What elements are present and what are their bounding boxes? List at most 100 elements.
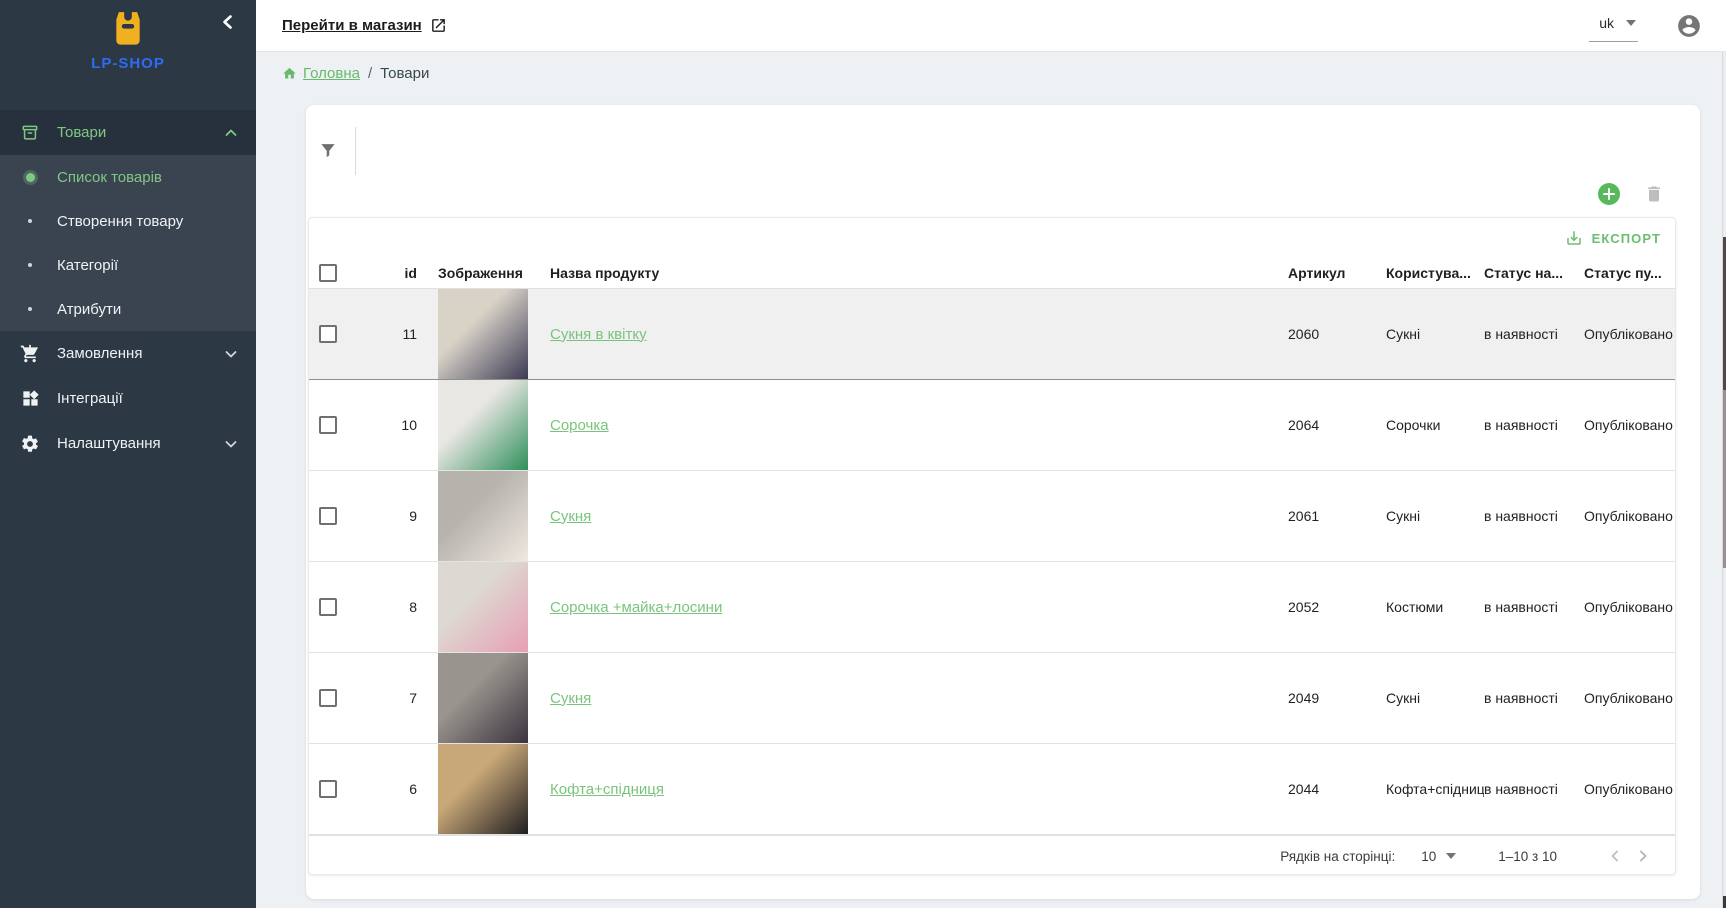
row-publication-status: Опубліковано — [1584, 690, 1675, 706]
breadcrumb-home-link[interactable]: Головна — [282, 65, 360, 82]
column-header-user-category: Користува... — [1386, 265, 1484, 281]
next-page-button[interactable] — [1629, 842, 1657, 870]
product-name-link[interactable]: Сорочка — [550, 417, 609, 434]
row-user-category: Кофта+спідниц — [1386, 781, 1484, 797]
add-product-button[interactable] — [1598, 183, 1620, 205]
chevron-down-icon — [224, 347, 238, 361]
breadcrumb: Головна / Товари — [282, 62, 429, 84]
download-icon — [1565, 229, 1583, 247]
rows-per-page-value: 10 — [1421, 849, 1436, 864]
sidebar-item-orders[interactable]: Замовлення — [0, 331, 256, 376]
product-image[interactable] — [438, 471, 528, 561]
row-sku: 2052 — [1288, 599, 1386, 615]
row-id: 11 — [357, 326, 417, 342]
sidebar-item-integrations[interactable]: Інтеграції — [0, 376, 256, 421]
sidebar-item-product-list[interactable]: Список товарів — [0, 155, 256, 199]
table-row: 6 Кофта+спідниця 2044 Кофта+спідниц в на… — [309, 744, 1675, 835]
chevron-left-icon — [1608, 849, 1622, 863]
row-user-category: Сукні — [1386, 690, 1484, 706]
widgets-icon — [20, 389, 40, 409]
row-checkbox[interactable] — [319, 598, 337, 616]
delete-selected-button[interactable] — [1644, 184, 1664, 204]
export-button[interactable]: ЕКСПОРТ — [1565, 229, 1661, 247]
filter-button[interactable] — [315, 137, 341, 163]
export-label: ЕКСПОРТ — [1592, 231, 1661, 246]
products-box-icon — [20, 123, 40, 143]
row-id: 9 — [357, 508, 417, 524]
go-to-shop-label: Перейти в магазин — [282, 17, 422, 34]
column-header-image: Зображення — [417, 265, 550, 281]
product-name-link[interactable]: Сукня — [550, 690, 591, 707]
row-id: 10 — [357, 417, 417, 433]
product-name-link[interactable]: Сукня — [550, 508, 591, 525]
breadcrumb-current: Товари — [380, 65, 429, 82]
product-image[interactable] — [438, 744, 528, 834]
bullet-icon — [20, 219, 40, 223]
product-name-link[interactable]: Сукня в квітку — [550, 326, 647, 343]
export-bar: ЕКСПОРТ — [309, 218, 1675, 258]
select-all-checkbox[interactable] — [319, 264, 337, 282]
chevron-down-icon — [224, 437, 238, 451]
product-image[interactable] — [438, 653, 528, 743]
admin-screen: LP-SHOP Товари Список товарів Створення … — [0, 0, 1726, 908]
row-user-category: Сукні — [1386, 326, 1484, 342]
account-menu-button[interactable] — [1676, 13, 1702, 39]
chevron-left-icon — [220, 14, 236, 30]
row-checkbox[interactable] — [319, 507, 337, 525]
row-checkbox[interactable] — [319, 416, 337, 434]
rows-per-page-select[interactable]: 10 — [1421, 849, 1456, 864]
table-row: 7 Сукня 2049 Сукні в наявності Опубліков… — [309, 653, 1675, 744]
sidebar-item-create-product[interactable]: Створення товару — [0, 199, 256, 243]
table-row: 8 Сорочка +майка+лосини 2052 Костюми в н… — [309, 562, 1675, 653]
sidebar-item-settings[interactable]: Налаштування — [0, 421, 256, 466]
row-availability-status: в наявності — [1484, 508, 1584, 524]
row-publication-status: Опубліковано — [1584, 417, 1675, 433]
sidebar-collapse-button[interactable] — [214, 8, 242, 36]
sidebar-item-categories[interactable]: Категорії — [0, 243, 256, 287]
sidebar-item-label: Створення товару — [57, 213, 183, 230]
row-checkbox[interactable] — [319, 325, 337, 343]
bullet-icon — [20, 263, 40, 267]
shopping-bag-logo-icon — [108, 8, 148, 48]
language-select[interactable]: uk — [1589, 11, 1638, 42]
row-publication-status: Опубліковано — [1584, 326, 1675, 342]
chevron-right-icon — [1636, 849, 1650, 863]
row-checkbox[interactable] — [319, 689, 337, 707]
row-id: 6 — [357, 781, 417, 797]
sidebar-item-products[interactable]: Товари — [0, 110, 256, 155]
column-header-id: id — [357, 265, 417, 281]
column-header-availability: Статус на... — [1484, 265, 1584, 281]
rows-per-page-label: Рядків на сторінці: — [1280, 849, 1395, 864]
gear-icon — [20, 434, 40, 454]
chevron-up-icon — [224, 126, 238, 140]
product-image[interactable] — [438, 289, 528, 379]
product-name-link[interactable]: Кофта+спідниця — [550, 781, 664, 798]
product-name-link[interactable]: Сорочка +майка+лосини — [550, 599, 722, 616]
active-bullet-icon — [20, 173, 40, 182]
product-image[interactable] — [438, 380, 528, 470]
row-checkbox[interactable] — [319, 780, 337, 798]
go-to-shop-link[interactable]: Перейти в магазин — [282, 17, 447, 34]
cart-plus-icon — [20, 344, 40, 364]
previous-page-button[interactable] — [1601, 842, 1629, 870]
row-user-category: Сорочки — [1386, 417, 1484, 433]
row-user-category: Костюми — [1386, 599, 1484, 615]
product-image[interactable] — [438, 562, 528, 652]
row-sku: 2060 — [1288, 326, 1386, 342]
sidebar-item-label: Замовлення — [57, 345, 224, 362]
table-row: 11 Сукня в квітку 2060 Сукні в наявності… — [309, 289, 1675, 380]
row-user-category: Сукні — [1386, 508, 1484, 524]
bullet-icon — [20, 307, 40, 311]
trash-icon — [1644, 184, 1664, 204]
sidebar-item-label: Атрибути — [57, 301, 121, 318]
filter-funnel-icon — [318, 140, 338, 160]
row-sku: 2049 — [1288, 690, 1386, 706]
table-row: 9 Сукня 2061 Сукні в наявності Опубліков… — [309, 471, 1675, 562]
products-table-card: ЕКСПОРТ id Зображення Назва продукту Арт… — [308, 217, 1676, 875]
row-sku: 2061 — [1288, 508, 1386, 524]
products-submenu: Список товарів Створення товару Категорі… — [0, 155, 256, 331]
sidebar-item-attributes[interactable]: Атрибути — [0, 287, 256, 331]
sidebar-item-label: Інтеграції — [57, 390, 238, 407]
table-row: 10 Сорочка 2064 Сорочки в наявності Опуб… — [309, 380, 1675, 471]
breadcrumb-separator: / — [368, 65, 372, 82]
